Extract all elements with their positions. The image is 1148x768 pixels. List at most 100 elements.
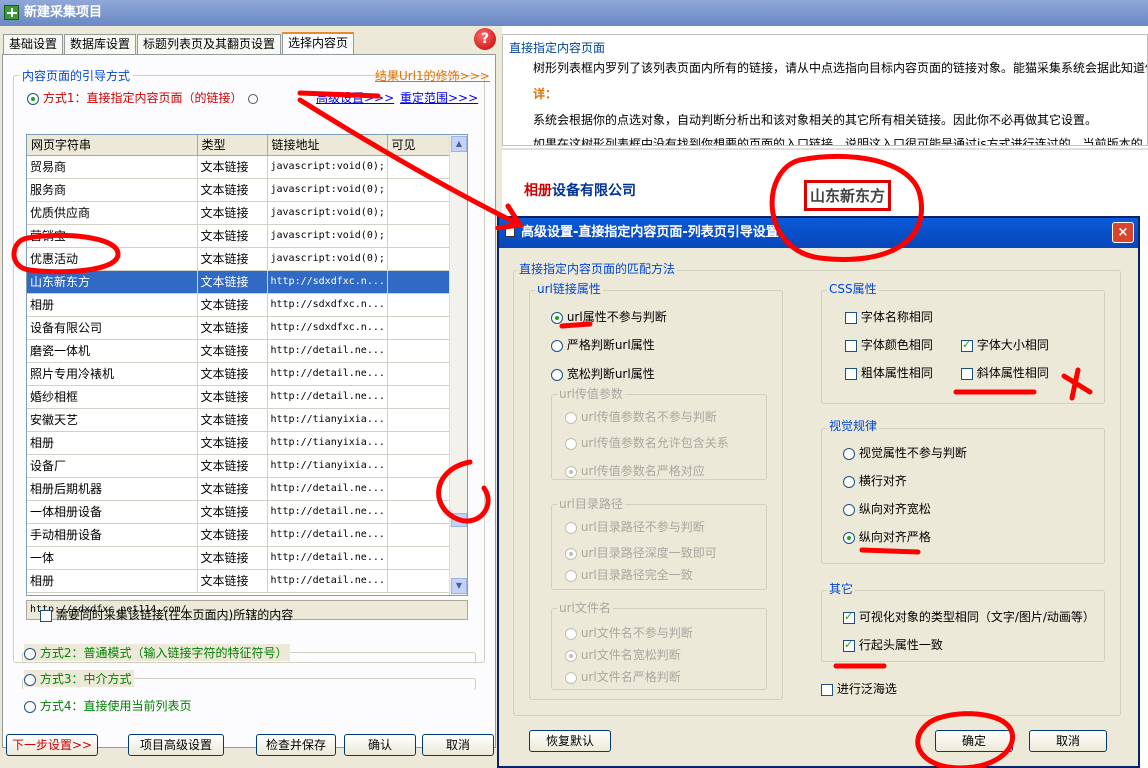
preview-selected-link[interactable]: 山东新东方: [804, 180, 892, 211]
vis-opt-col-loose[interactable]: 纵向对齐宽松: [843, 500, 931, 517]
css-opt-italic-label: 斜体属性相同: [976, 366, 1049, 380]
table-row[interactable]: 婚纱相框 文本链接 http://detail.ne...: [27, 385, 451, 409]
dir-opt-1-label: url目录路径不参与判断: [580, 520, 705, 534]
css-opt-italic[interactable]: 斜体属性相同: [961, 364, 1049, 381]
param-opt-1[interactable]: url传值参数名不参与判断: [565, 408, 717, 425]
table-row[interactable]: 相册 文本链接 http://tianyixia...: [27, 431, 451, 455]
mode3-option[interactable]: 方式3：中介方式: [24, 670, 135, 687]
preview-company[interactable]: 相册设备有限公司: [524, 180, 636, 200]
scroll-thumb[interactable]: [451, 513, 467, 527]
rescope-link[interactable]: 重定范围>>>: [400, 89, 478, 106]
table-row[interactable]: 贸易商 文本链接 javascript:void(0);: [27, 155, 451, 179]
confirm-button[interactable]: 确认: [344, 734, 416, 756]
project-advanced-button[interactable]: 项目高级设置: [128, 734, 224, 756]
cell-text: 服务商: [27, 178, 198, 202]
table-row[interactable]: 服务商 文本链接 javascript:void(0);: [27, 178, 451, 202]
url-opt-ignore-radio[interactable]: [551, 311, 563, 324]
col-header-type[interactable]: 类型: [197, 135, 268, 156]
dialog-ok-button[interactable]: 确定: [935, 730, 1013, 752]
tab-basic[interactable]: 基础设置: [3, 34, 64, 54]
param-opt-3[interactable]: url传值参数名严格对应: [565, 462, 705, 479]
table-row[interactable]: 优惠活动 文本链接 javascript:void(0);: [27, 247, 451, 271]
dir-opt-1[interactable]: url目录路径不参与判断: [565, 518, 705, 535]
table-scrollbar[interactable]: ▲ ▼: [449, 135, 467, 595]
also-collect-option[interactable]: 需要同时采集该链接(在本页面内)所辖的内容: [40, 606, 293, 623]
scroll-up-icon[interactable]: ▲: [451, 136, 467, 152]
dialog-title: 高级设置-直接指定内容页面-列表页引导设置: [521, 225, 779, 240]
next-step-button[interactable]: 下一步设置>>: [6, 734, 98, 756]
css-opt-bold[interactable]: 粗体属性相同: [845, 364, 933, 381]
file-title: url文件名: [557, 599, 613, 616]
table-row[interactable]: 设备有限公司 文本链接 http://sdxdfxc.n...: [27, 316, 451, 340]
mode4-label: 方式4：直接使用当前列表页: [39, 699, 192, 713]
other-opt-line-start[interactable]: 行起头属性一致: [843, 636, 943, 653]
other-opt-type[interactable]: 可视化对象的类型相同（文字/图片/动画等）: [843, 608, 1095, 625]
mode3-radio[interactable]: [24, 673, 36, 686]
vis-opt-row[interactable]: 横行对齐: [843, 472, 907, 489]
table-row[interactable]: 一体相册设备 文本链接 http://detail.ne...: [27, 500, 451, 524]
mode4-option[interactable]: 方式4：直接使用当前列表页: [24, 697, 191, 714]
cell-url: http://detail.ne...: [267, 523, 388, 547]
url-opt-ignore[interactable]: url属性不参与判断: [551, 308, 667, 325]
cell-type: 文本链接: [197, 178, 268, 202]
other-title: 其它: [827, 580, 856, 597]
link-table[interactable]: 网页字符串 类型 链接地址 可见 贸易商 文本链接 javascript:void(…: [26, 134, 468, 596]
table-row[interactable]: 营销宝 文本链接 javascript:void(0);: [27, 224, 451, 248]
tab-title-list[interactable]: 标题列表页及其翻页设置: [137, 34, 282, 54]
table-row[interactable]: 安徽天艺 文本链接 http://tianyixia...: [27, 408, 451, 432]
dialog-close-button[interactable]: ×: [1112, 222, 1134, 243]
tab-content-page[interactable]: 选择内容页: [282, 32, 355, 54]
mode1-option[interactable]: 方式1：直接指定内容页面（的链接）: [27, 89, 259, 106]
table-row[interactable]: 照片专用冷裱机 文本链接 http://detail.ne...: [27, 362, 451, 386]
advanced-settings-link[interactable]: 高级设置>>>: [316, 89, 394, 106]
file-opt-2[interactable]: url文件名宽松判断: [565, 646, 681, 663]
table-row[interactable]: 山东新东方 文本链接 http://sdxdfxc.n...: [27, 270, 451, 294]
file-opt-3[interactable]: url文件名严格判断: [565, 668, 681, 685]
tab-database[interactable]: 数据库设置: [64, 34, 137, 54]
cancel-button[interactable]: 取消: [422, 734, 494, 756]
check-save-button[interactable]: 检查并保存: [256, 734, 336, 756]
flood-select-option[interactable]: 进行泛海选: [821, 680, 897, 697]
col-header-text[interactable]: 网页字符串: [27, 135, 198, 156]
table-row[interactable]: 磨瓷一体机 文本链接 http://detail.ne...: [27, 339, 451, 363]
help-icon[interactable]: ?: [474, 28, 496, 50]
url-opt-loose[interactable]: 宽松判断url属性: [551, 365, 655, 382]
mode2-option[interactable]: 方式2：普通模式（输入链接字符的特征符号）: [24, 644, 291, 661]
param-opt-2[interactable]: url传值参数名允许包含关系: [565, 434, 729, 451]
mode1-radio[interactable]: [27, 92, 39, 105]
scroll-down-icon[interactable]: ▼: [451, 578, 467, 594]
css-opt-font-name[interactable]: 字体名称相同: [845, 308, 933, 325]
file-opt-1[interactable]: url文件名不参与判断: [565, 624, 693, 641]
col-header-url[interactable]: 链接地址: [267, 135, 388, 156]
vis-opt-col-strict[interactable]: 纵向对齐严格: [843, 528, 931, 545]
url-opt-strict-radio[interactable]: [551, 339, 563, 352]
table-row[interactable]: 一体 文本链接 http://detail.ne...: [27, 546, 451, 570]
css-opt-font-color[interactable]: 字体颜色相同: [845, 336, 933, 353]
table-row[interactable]: 相册 文本链接 http://sdxdfxc.n...: [27, 293, 451, 317]
cell-text: 贸易商: [27, 155, 198, 179]
dialog-cancel-button[interactable]: 取消: [1029, 730, 1107, 752]
css-title: CSS属性: [827, 280, 879, 297]
left-panel: 基础设置 数据库设置 标题列表页及其翻页设置 选择内容页 ? 内容页面的引导方式…: [0, 26, 500, 768]
css-opt-font-size[interactable]: 字体大小相同: [961, 336, 1049, 353]
mode2-radio[interactable]: [24, 647, 36, 660]
table-row[interactable]: 手动相册设备 文本链接 http://detail.ne...: [27, 523, 451, 547]
dir-opt-2[interactable]: url目录路径深度一致即可: [565, 544, 717, 561]
url-opt-loose-radio[interactable]: [551, 368, 563, 381]
cell-type: 文本链接: [197, 477, 268, 501]
table-row[interactable]: 设备厂 文本链接 http://tianyixia...: [27, 454, 451, 478]
url-opt-strict[interactable]: 严格判断url属性: [551, 336, 655, 353]
table-row[interactable]: 相册 文本链接 http://detail.ne...: [27, 569, 451, 593]
table-row[interactable]: 优质供应商 文本链接 javascript:void(0);: [27, 201, 451, 225]
table-row[interactable]: 相册后期机器 文本链接 http://detail.ne...: [27, 477, 451, 501]
url-edit-link[interactable]: 结果Url1的修饰>>>: [375, 67, 490, 84]
vis-opt-ignore[interactable]: 视觉属性不参与判断: [843, 444, 967, 461]
restore-default-button[interactable]: 恢复默认: [529, 730, 611, 752]
col-header-visible[interactable]: 可见: [387, 135, 451, 156]
mode4-radio[interactable]: [24, 700, 36, 713]
also-collect-checkbox[interactable]: [40, 609, 52, 622]
cell-text: 设备厂: [27, 454, 198, 478]
dir-opt-3[interactable]: url目录路径完全一致: [565, 566, 693, 583]
magnifier-icon[interactable]: [248, 93, 259, 104]
url-attr-title: url链接属性: [535, 280, 603, 297]
